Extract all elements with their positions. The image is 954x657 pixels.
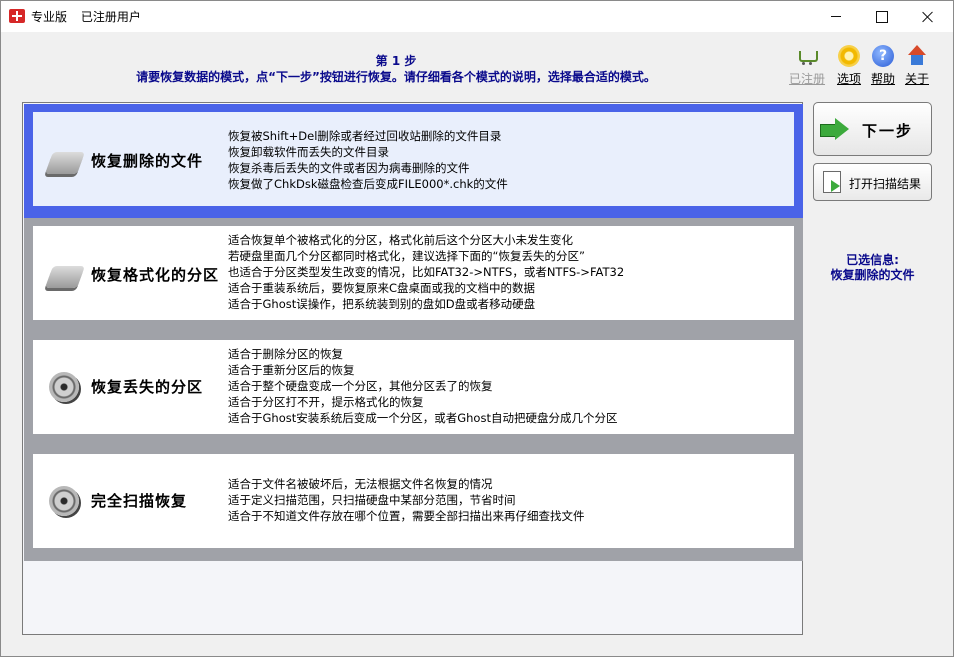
selected-info-label: 已选信息: [846,253,899,267]
selected-info: 已选信息: 恢复删除的文件 [813,253,932,283]
help-label: 帮助 [870,72,895,86]
app-window: 专业版 已注册用户 第 1 步 请要恢复数据的模式，点“下一步”按钮进行恢复。请… [0,0,954,657]
gear-icon [838,45,860,67]
help-icon: ? [872,45,894,67]
hard-drive-icon [49,372,79,402]
window-title: 专业版 已注册用户 [31,8,151,25]
house-icon [906,45,928,67]
mode-description-line: 适合于分区打不开，提示格式化的恢复 [228,395,424,409]
mode-option-recover-lost-partition[interactable]: 恢复丢失的分区 适合于删除分区的恢复 适合于重新分区后的恢复 适合于整个硬盘变成… [24,332,803,447]
mode-description-line: 恢复被Shift+Del删除或者经过回收站删除的文件目录 [228,129,502,143]
register-button[interactable]: 已注册 [789,45,825,87]
cart-icon [796,45,818,67]
options-label: 选项 [836,72,861,86]
disk-icon [44,266,86,288]
mode-card[interactable]: 恢复丢失的分区 适合于删除分区的恢复 适合于重新分区后的恢复 适合于整个硬盘变成… [33,340,794,434]
mode-description-line: 适合恢复单个被格式化的分区，格式化前后这个分区大小未发生变化 [228,233,573,247]
mode-description-line: 恢复做了ChkDsk磁盘检查后变成FILE000*.chk的文件 [228,177,508,191]
mode-card[interactable]: 完全扫描恢复 适合于文件名被破坏后，无法根据文件名恢复的情况 适于定义扫描范围，… [33,454,794,548]
mode-description: 恢复被Shift+Del删除或者经过回收站删除的文件目录 恢复卸载软件而丢失的文… [228,128,508,192]
mode-description-line: 适合于重装系统后，要恢复原来C盘桌面或我的文档中的数据 [228,281,536,295]
edition-label: 专业版 [31,10,68,24]
about-label: 关于 [904,72,929,86]
mode-description-line: 适合于Ghost安装系统后变成一个分区，或者Ghost自动把硬盘分成几个分区 [228,411,618,425]
mode-description-line: 也适合于分区类型发生改变的情况，比如FAT32->NTFS，或者NTFS->FA… [228,265,625,279]
help-button[interactable]: ? 帮助 [865,45,901,87]
mode-title: 恢复删除的文件 [91,152,204,170]
title-bar[interactable]: 专业版 已注册用户 [1,1,953,32]
mode-description-line: 适合于文件名被破坏后，无法根据文件名恢复的情况 [228,477,493,491]
mode-description-line: 若硬盘里面几个分区都同时格式化，建议选择下面的“恢复丢失的分区” [228,249,585,263]
step-description: 请要恢复数据的模式，点“下一步”按钮进行恢复。请仔细看各个模式的说明，选择最合适… [136,70,656,84]
mode-description: 适合恢复单个被格式化的分区，格式化前后这个分区大小未发生变化 若硬盘里面几个分区… [228,232,624,312]
mode-description-line: 恢复卸载软件而丢失的文件目录 [228,145,389,159]
mode-title: 完全扫描恢复 [91,492,188,510]
next-step-button[interactable]: 下一步 [813,102,932,156]
close-icon [922,11,934,23]
mode-option-recover-formatted[interactable]: 恢复格式化的分区 适合恢复单个被格式化的分区，格式化前后这个分区大小未发生变化 … [24,218,803,333]
mode-card[interactable]: 恢复格式化的分区 适合恢复单个被格式化的分区，格式化前后这个分区大小未发生变化 … [33,226,794,320]
mode-option-recover-deleted[interactable]: 恢复删除的文件 恢复被Shift+Del删除或者经过回收站删除的文件目录 恢复卸… [24,104,803,219]
registration-label: 已注册用户 [80,10,141,24]
mode-list-panel: 恢复删除的文件 恢复被Shift+Del删除或者经过回收站删除的文件目录 恢复卸… [22,102,803,635]
register-label: 已注册 [789,72,826,86]
mode-description: 适合于文件名被破坏后，无法根据文件名恢复的情况 适于定义扫描范围，只扫描硬盘中某… [228,476,585,524]
about-button[interactable]: 关于 [899,45,935,87]
mode-title: 恢复格式化的分区 [91,266,220,284]
open-file-icon [823,171,841,193]
mode-description-line: 适合于不知道文件存放在哪个位置，需要全部扫描出来再仔细查找文件 [228,509,585,523]
mode-description-line: 适合于删除分区的恢复 [228,347,343,361]
mode-card[interactable]: 恢复删除的文件 恢复被Shift+Del删除或者经过回收站删除的文件目录 恢复卸… [33,112,794,206]
arrow-right-icon [820,118,850,140]
minimize-button[interactable] [813,1,859,32]
mode-title: 恢复丢失的分区 [91,378,204,396]
mode-description-line: 适合于整个硬盘变成一个分区，其他分区丢了的恢复 [228,379,493,393]
step-title: 第 1 步 [375,54,417,68]
open-scan-results-button[interactable]: 打开扫描结果 [813,163,932,201]
close-button[interactable] [905,1,951,32]
mode-description-line: 适于定义扫描范围，只扫描硬盘中某部分范围，节省时间 [228,493,516,507]
mode-description-line: 恢复杀毒后丢失的文件或者因为病毒删除的文件 [228,161,470,175]
mode-description-line: 适合于Ghost误操作，把系统装到别的盘如D盘或者移动硬盘 [228,297,536,311]
hard-drive-icon [49,486,79,516]
disk-icon [44,152,86,174]
open-scan-results-label: 打开扫描结果 [849,177,922,191]
mode-description: 适合于删除分区的恢复 适合于重新分区后的恢复 适合于整个硬盘变成一个分区，其他分… [228,346,617,426]
mode-description-line: 适合于重新分区后的恢复 [228,363,355,377]
options-button[interactable]: 选项 [831,45,867,87]
selected-info-value: 恢复删除的文件 [830,268,915,282]
next-step-label: 下一步 [862,122,914,140]
mode-option-full-scan[interactable]: 完全扫描恢复 适合于文件名被破坏后，无法根据文件名恢复的情况 适于定义扫描范围，… [24,446,803,561]
maximize-button[interactable] [859,1,905,32]
app-logo-icon [9,9,25,23]
